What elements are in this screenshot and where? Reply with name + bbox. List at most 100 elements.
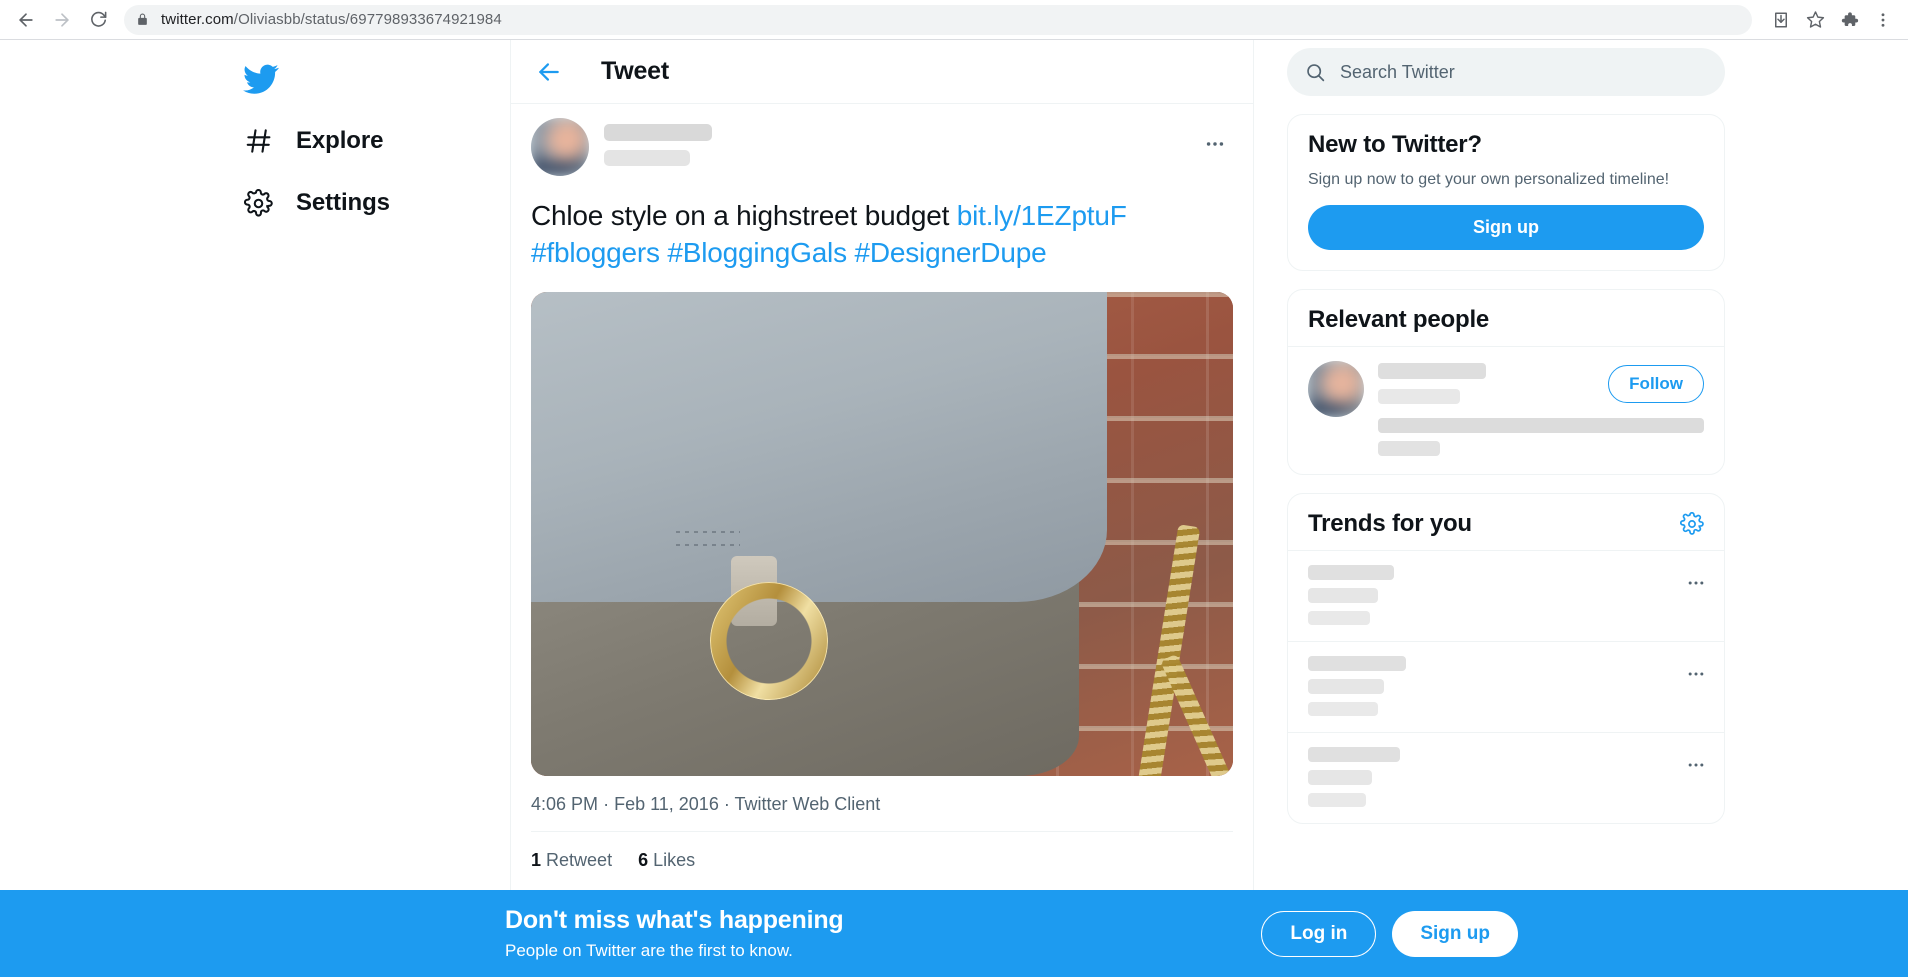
more-options-icon[interactable] — [1686, 755, 1706, 775]
sidebar-item-explore-label: Explore — [296, 127, 384, 154]
tweet-hashtag-2[interactable]: #BloggingGals — [667, 237, 847, 268]
banner-text-block: Don't miss what's happening People on Tw… — [505, 906, 844, 961]
list-item[interactable]: Follow — [1288, 347, 1724, 474]
retweet-count: 1 — [531, 849, 542, 870]
tweet-timestamp: 4:06 PM · Feb 11, 2016 · Twitter Web Cli… — [531, 776, 1233, 831]
sidebar-item-settings[interactable]: Settings — [228, 172, 408, 234]
login-button[interactable]: Log in — [1261, 910, 1377, 957]
like-count: 6 — [638, 849, 649, 870]
page-title: Tweet — [601, 57, 669, 85]
person-name-redacted — [1378, 363, 1486, 379]
url-host: twitter.com — [161, 11, 234, 28]
signup-banner: Don't miss what's happening People on Tw… — [0, 890, 1908, 977]
url-path: /Oliviasbb/status/697798933674921984 — [233, 11, 502, 28]
new-to-twitter-subtitle: Sign up now to get your own personalized… — [1308, 171, 1670, 188]
tweet-stats-wrapper: 1 Retweet 6 Likes — [531, 830, 1233, 887]
banner-subtitle: People on Twitter are the first to know. — [505, 941, 793, 960]
banner-title: Don't miss what's happening — [505, 906, 844, 934]
retweet-label: Retweet — [546, 849, 613, 870]
address-bar-url: twitter.com/Oliviasbb/status/69779893367… — [161, 11, 502, 28]
person-bio-redacted-line-1 — [1378, 418, 1704, 433]
meta-sep-2: · — [723, 793, 730, 814]
puzzle-piece-icon[interactable] — [1832, 3, 1866, 37]
list-item[interactable] — [1288, 550, 1724, 641]
tweet-time: 4:06 PM — [531, 793, 599, 814]
twitter-bird-logo[interactable] — [230, 48, 292, 110]
sidebar-signup-button[interactable]: Sign up — [1308, 205, 1704, 250]
tweet-text: Chloe style on a highstreet budget bit.l… — [531, 198, 1233, 272]
person-bio-redacted-line-2 — [1378, 441, 1440, 456]
lock-icon — [136, 13, 149, 26]
like-label: Likes — [653, 849, 696, 870]
handbag-suede-flap — [531, 291, 1107, 602]
tweet-hashtag-1[interactable]: #fbloggers — [531, 237, 660, 268]
twitter-page: Explore Settings Tweet Chloe style on a … — [0, 40, 1908, 977]
person-handle-redacted — [1378, 389, 1460, 404]
handbag-gold-ring — [710, 582, 828, 701]
star-icon[interactable] — [1798, 3, 1832, 37]
author-display-name-redacted — [604, 124, 712, 141]
list-item[interactable] — [1288, 641, 1724, 732]
trend-redacted-line-2 — [1308, 679, 1384, 694]
hashtag-icon — [242, 125, 275, 158]
search-placeholder: Search Twitter — [1340, 61, 1455, 82]
avatar[interactable] — [531, 118, 589, 176]
tweet-column: Tweet Chloe style on a highstreet budget… — [510, 40, 1254, 977]
right-sidebar: Search Twitter New to Twitter? Sign up n… — [1254, 40, 1894, 977]
left-sidebar: Explore Settings — [0, 40, 510, 977]
new-to-twitter-title: New to Twitter? — [1308, 131, 1482, 158]
trend-redacted-line-1 — [1308, 656, 1406, 671]
address-bar[interactable]: twitter.com/Oliviasbb/status/69779893367… — [124, 4, 1752, 35]
tweet-body: Chloe style on a highstreet budget bit.l… — [511, 104, 1253, 887]
follow-button[interactable]: Follow — [1608, 365, 1704, 403]
trend-redacted-line-3 — [1308, 611, 1370, 625]
tweet-image[interactable] — [531, 291, 1233, 776]
retweet-stat[interactable]: 1 Retweet — [531, 850, 612, 871]
tweet-text-plain: Chloe style on a highstreet budget — [531, 200, 957, 231]
likes-stat[interactable]: 6 Likes — [638, 850, 695, 871]
browser-forward-button[interactable] — [44, 2, 80, 38]
more-options-icon[interactable] — [1686, 573, 1706, 593]
trends-title: Trends for you — [1308, 510, 1472, 537]
trend-redacted-line-2 — [1308, 770, 1372, 785]
trend-redacted-line-1 — [1308, 565, 1394, 580]
trend-redacted-line-1 — [1308, 747, 1400, 762]
search-icon — [1305, 62, 1326, 83]
avatar[interactable] — [1308, 361, 1364, 417]
trends-card: Trends for you — [1287, 493, 1725, 824]
tweet-link[interactable]: bit.ly/1EZptuF — [957, 200, 1127, 231]
search-input[interactable]: Search Twitter — [1287, 48, 1725, 96]
browser-toolbar-actions — [1764, 3, 1908, 37]
tweet-author-row — [531, 118, 1233, 176]
back-arrow-icon[interactable] — [531, 54, 567, 90]
trend-redacted-line-3 — [1308, 702, 1378, 716]
three-dot-menu-icon[interactable] — [1866, 3, 1900, 37]
more-options-icon[interactable] — [1686, 664, 1706, 684]
list-item[interactable] — [1288, 732, 1724, 823]
relevant-people-title: Relevant people — [1308, 306, 1490, 333]
banner-actions: Log in Sign up — [1261, 910, 1518, 957]
browser-reload-button[interactable] — [80, 2, 116, 38]
gear-icon — [242, 187, 275, 220]
install-app-icon[interactable] — [1764, 3, 1798, 37]
tweet-client: Twitter Web Client — [734, 793, 881, 814]
tweet-header: Tweet — [511, 40, 1253, 104]
author-handle-redacted — [604, 150, 690, 166]
relevant-people-card: Relevant people Follow — [1287, 289, 1725, 475]
banner-signup-button[interactable]: Sign up — [1392, 910, 1518, 957]
browser-toolbar: twitter.com/Oliviasbb/status/69779893367… — [0, 0, 1908, 40]
gear-icon[interactable] — [1680, 512, 1704, 536]
trend-redacted-line-3 — [1308, 793, 1366, 807]
tweet-stats: 1 Retweet 6 Likes — [531, 832, 1233, 887]
browser-back-button[interactable] — [8, 2, 44, 38]
meta-sep-1: · — [603, 793, 610, 814]
handbag-stitching — [676, 528, 741, 551]
trend-redacted-line-2 — [1308, 588, 1378, 603]
new-to-twitter-card: New to Twitter? Sign up now to get your … — [1287, 114, 1725, 271]
trends-header: Trends for you — [1288, 494, 1724, 550]
tweet-hashtag-3[interactable]: #DesignerDupe — [854, 237, 1046, 268]
author-name-block — [604, 118, 712, 166]
more-options-icon[interactable] — [1197, 126, 1233, 162]
tweet-date: Feb 11, 2016 — [614, 793, 719, 814]
sidebar-item-explore[interactable]: Explore — [228, 110, 401, 172]
